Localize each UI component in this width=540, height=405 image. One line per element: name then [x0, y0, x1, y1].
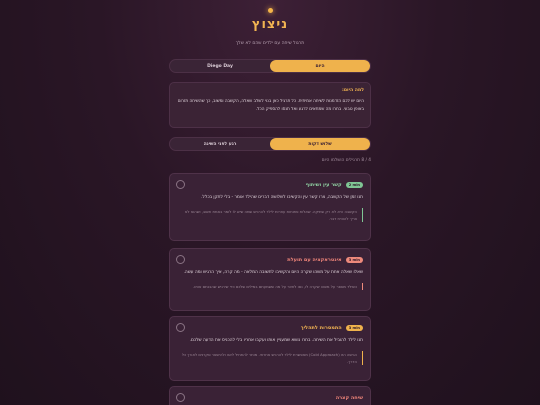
- subtitle: תרגול שיחה עם ילדים שהם לא שלך: [235, 41, 305, 46]
- header: ניצוץ תרגול שיחה עם ילדים שהם לא שלך: [169, 8, 371, 46]
- exercise-card[interactable]: 3 min אינטראקציה עם תועלת שאלו שאלה אחת …: [169, 248, 371, 311]
- checkbox-icon[interactable]: [176, 323, 185, 332]
- checkbox-icon[interactable]: [176, 393, 185, 402]
- toggle-today[interactable]: היום: [270, 60, 370, 72]
- duration-badge: 2 min: [345, 181, 363, 188]
- app: ניצוץ תרגול שיחה עם ילדים שהם לא שלך Die…: [169, 0, 371, 405]
- card-description: תנו לילד להוביל את השיחה. בחרו נושא שמענ…: [189, 338, 363, 343]
- card-title: שיחה קצרה: [335, 394, 363, 401]
- toggle-three-minutes[interactable]: שלוש דקות: [270, 138, 370, 150]
- card-title: אינטראקציה עם תועלת: [287, 256, 342, 263]
- toggle-diego-day[interactable]: Diego Day: [170, 60, 270, 72]
- card-title: קשר עין ושיתוף: [305, 181, 342, 188]
- exercise-card[interactable]: 3 min התמסרות לתהליך תנו לילד להוביל את …: [169, 316, 371, 381]
- toggle-before-sleep[interactable]: רגע לפני השינה: [170, 138, 270, 150]
- progress-text: 4 / 8 תרגילים הושלמו היום: [321, 158, 371, 163]
- card-tip: הגישה הזו (Cold Approach) מאפשרת לילד לה…: [177, 350, 363, 365]
- card-title: התמסרות לתהליך: [300, 324, 342, 331]
- person-toggle: Diego Day היום: [169, 59, 371, 73]
- duration-badge: 3 min: [345, 256, 363, 263]
- intro-panel: למה היום: היום יש לכם הזדמנות לשיחה אמית…: [169, 82, 371, 128]
- card-tip: כשילד מספר על משהו שקרה לו, נסו לחזור על…: [177, 282, 363, 290]
- checkbox-icon[interactable]: [176, 180, 185, 189]
- duration-badge: 3 min: [345, 324, 363, 331]
- card-description: תנו זמן של הקשבה, צרו קשר עין והקשיבו לש…: [201, 195, 363, 200]
- exercise-card[interactable]: שיחה קצרה: [169, 386, 371, 405]
- mode-toggle: רגע לפני השינה שלוש דקות: [169, 137, 371, 151]
- intro-title: למה היום:: [342, 88, 364, 93]
- card-description: שאלו שאלה אחת על משהו שקרה היום והקשיבו …: [183, 270, 363, 275]
- spark-icon: [267, 8, 273, 13]
- exercise-card[interactable]: 2 min קשר עין ושיתוף תנו זמן של הקשבה, צ…: [169, 173, 371, 241]
- checkbox-icon[interactable]: [176, 255, 185, 264]
- brand-title: ניצוץ: [251, 17, 289, 32]
- card-tip: הקשבה היא לא רק שתיקה. שאלות פתוחות עוזר…: [177, 207, 363, 222]
- intro-text: היום יש לכם הזדמנות לשיחה אמיתית. כל תרג…: [177, 98, 364, 111]
